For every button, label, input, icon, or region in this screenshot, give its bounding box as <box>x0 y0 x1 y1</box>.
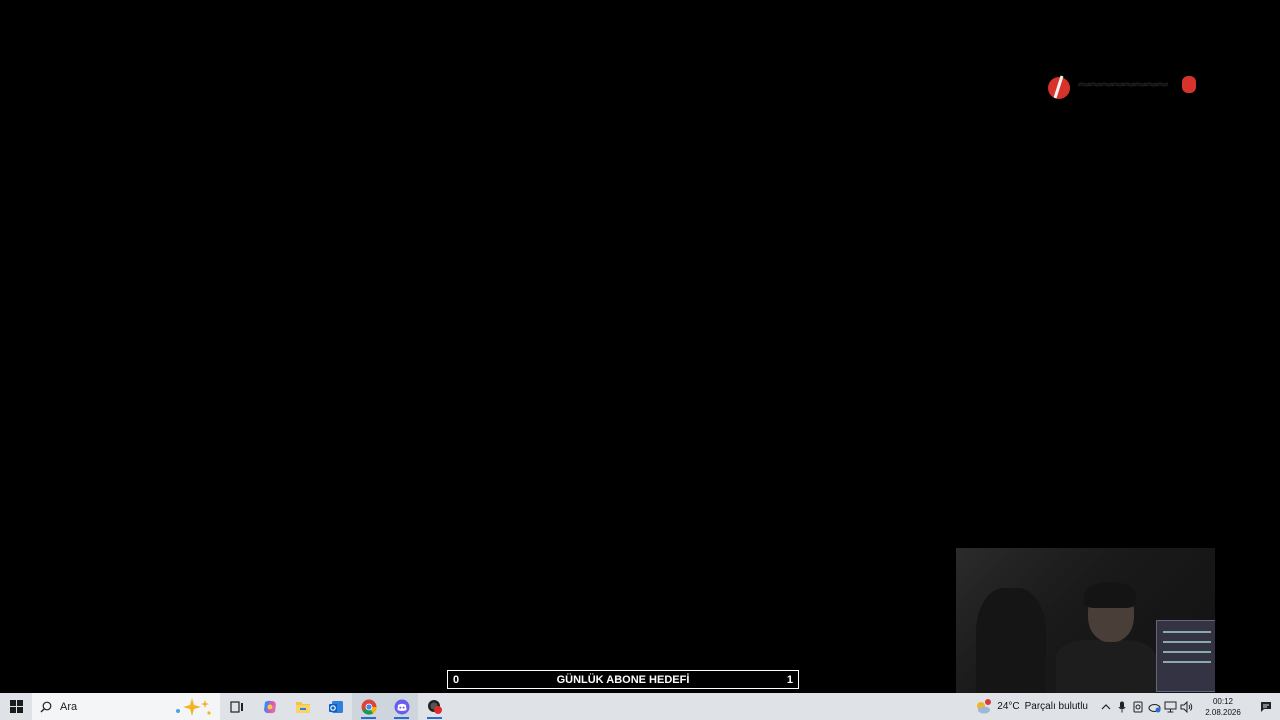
taskbar-clock[interactable]: 00:12 2.08.2026 <box>1198 696 1248 718</box>
channel-logo: ~~~~~~~~ <box>1046 70 1206 104</box>
file-explorer-icon <box>295 701 310 713</box>
search-box[interactable]: Ara <box>32 693 220 720</box>
notifications-button[interactable] <box>1252 701 1280 713</box>
start-button[interactable] <box>0 693 32 720</box>
tray-app-icon <box>1133 701 1143 712</box>
webcam-person-hair <box>1084 582 1136 608</box>
svg-text:~~~~~~~~: ~~~~~~~~ <box>1078 74 1167 96</box>
outlook-button[interactable] <box>319 693 352 720</box>
task-view-icon <box>229 700 243 713</box>
task-view-button[interactable] <box>220 693 253 720</box>
weather-widget[interactable]: 24°C Parçalı bulutlu <box>974 698 1088 715</box>
subscriber-goal-bar: 0 GÜNLÜK ABONE HEDEFİ 1 <box>447 670 799 689</box>
chrome-icon <box>361 699 377 715</box>
discord-button[interactable] <box>385 693 418 720</box>
system-tray: 24°C Parçalı bulutlu 00:12 2.08.2026 <box>974 693 1280 720</box>
cloud-sync-icon <box>1148 703 1160 712</box>
file-explorer-button[interactable] <box>286 693 319 720</box>
webcam-person-body <box>1056 640 1156 693</box>
microphone-icon <box>1118 701 1126 712</box>
search-highlight-icon <box>176 698 211 716</box>
search-icon <box>40 701 52 712</box>
goal-target-value: 1 <box>786 673 793 686</box>
windows-icon <box>9 700 23 713</box>
microphone-button[interactable] <box>1114 701 1130 713</box>
webcam-person-left <box>976 588 1046 693</box>
notification-icon <box>1261 701 1271 712</box>
show-hidden-icons-button[interactable] <box>1098 703 1114 711</box>
tray-app-button[interactable] <box>1130 701 1146 713</box>
copilot-button[interactable] <box>253 693 286 720</box>
logo-wordmark: ~~~~~~~~ <box>1078 72 1198 102</box>
red-app-icon <box>427 699 442 714</box>
stream-canvas: ~~~~~~~~ 0 GÜNLÜK ABONE HEDEFİ 1 <box>0 0 1280 693</box>
weather-condition: Parçalı bulutlu <box>1024 701 1088 712</box>
logo-mark-icon <box>1046 74 1072 100</box>
sync-status-button[interactable] <box>1146 701 1162 713</box>
network-button[interactable] <box>1162 701 1178 713</box>
goal-current-value: 0 <box>453 673 460 686</box>
chevron-up-icon <box>1101 703 1111 709</box>
search-placeholder: Ara <box>60 700 78 713</box>
weather-cloud-icon <box>977 698 992 713</box>
speaker-icon <box>1180 700 1192 713</box>
webcam-overlay <box>956 548 1215 693</box>
clock-time: 00:12 <box>1212 696 1234 706</box>
outlook-icon <box>328 700 343 713</box>
discord-icon <box>394 699 409 714</box>
goal-title: GÜNLÜK ABONE HEDEFİ <box>556 673 690 686</box>
clock-date: 2.08.2026 <box>1205 707 1241 717</box>
weather-temperature: 24°C <box>997 701 1020 712</box>
webcam-monitor <box>1156 620 1215 692</box>
chrome-button[interactable] <box>352 693 385 720</box>
copilot-icon <box>263 700 276 713</box>
network-icon <box>1164 701 1176 712</box>
taskbar: Ara 24°C Parçalı bulutlu 00:12 2.08.2026 <box>0 693 1280 720</box>
volume-button[interactable] <box>1178 700 1194 713</box>
recording-app-button[interactable] <box>418 693 451 720</box>
